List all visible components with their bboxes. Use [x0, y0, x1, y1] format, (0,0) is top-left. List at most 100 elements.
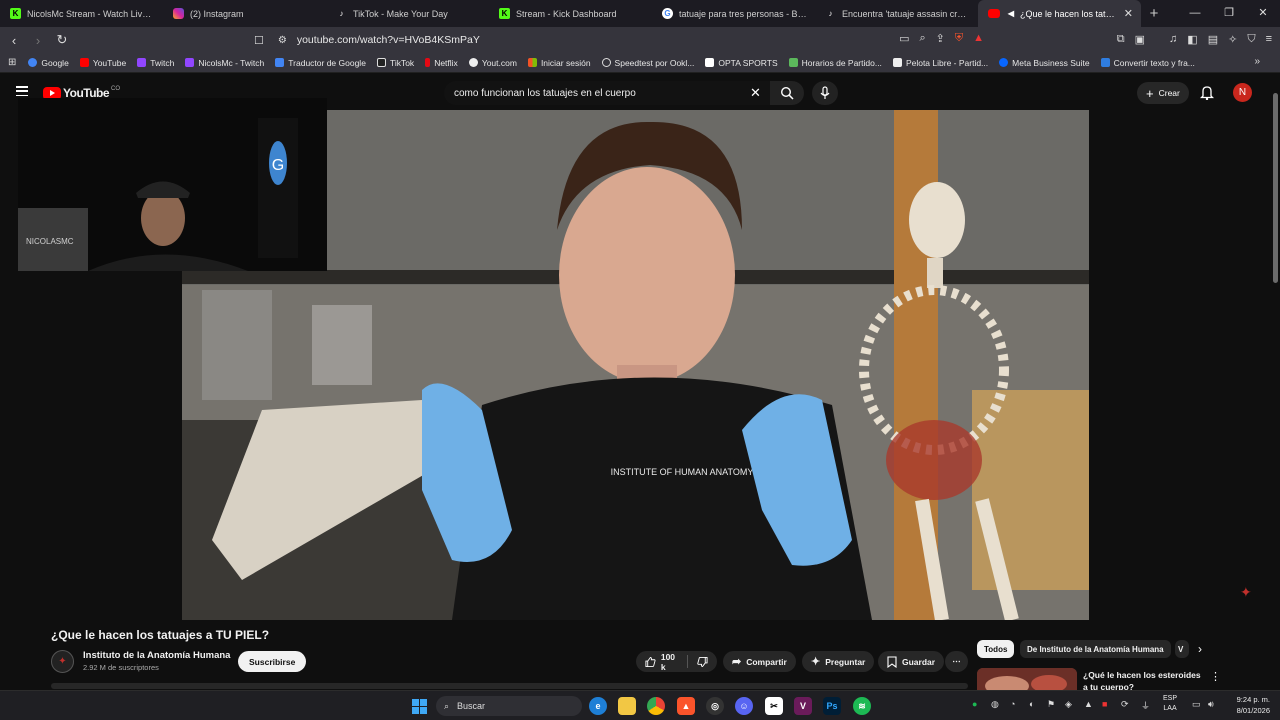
- sidebar-icon[interactable]: ◧: [1187, 33, 1197, 46]
- bookmark-item[interactable]: Traductor de Google: [275, 58, 366, 68]
- tray-app-icon[interactable]: ◈: [1065, 699, 1072, 710]
- chip-all[interactable]: Todos: [977, 640, 1015, 658]
- more-actions-icon[interactable]: ⋯: [945, 651, 968, 672]
- bookmark-item[interactable]: Google: [28, 58, 69, 68]
- more-bookmarks-icon[interactable]: »: [1254, 56, 1260, 67]
- spotify-icon[interactable]: ≋: [853, 697, 871, 715]
- bookmark-item[interactable]: Iniciar sesión: [527, 58, 591, 68]
- menu-icon[interactable]: [16, 86, 28, 96]
- back-icon[interactable]: ‹: [4, 33, 24, 48]
- like-button[interactable]: 100 k: [645, 652, 680, 672]
- taskbar-search[interactable]: ⌕ Buscar: [436, 696, 582, 716]
- chip-from-channel[interactable]: De Instituto de la Anatomía Humana: [1020, 640, 1171, 658]
- bookmark-item[interactable]: Twitch: [137, 58, 174, 68]
- language-indicator[interactable]: ESP LAA: [1163, 694, 1177, 714]
- menu-icon[interactable]: ≡: [1266, 33, 1272, 46]
- bookmark-item[interactable]: TikTok: [376, 58, 414, 68]
- network-icon[interactable]: ▭: [1192, 699, 1201, 710]
- tray-app-icon[interactable]: ⟳: [1121, 699, 1129, 710]
- channel-watermark-icon[interactable]: ✦: [1240, 584, 1252, 601]
- browser-tab[interactable]: ♪ Encuentra 'tatuaje assasin cred' en Ti: [815, 0, 978, 27]
- edge-icon[interactable]: e: [589, 697, 607, 715]
- close-tab-icon[interactable]: ✕: [1124, 7, 1133, 20]
- wallet2-icon[interactable]: ▤: [1208, 33, 1218, 46]
- bookmark-item[interactable]: Yout.com: [468, 58, 517, 68]
- vpn-icon[interactable]: ⛉: [1247, 33, 1255, 46]
- windows-start-icon[interactable]: [410, 697, 428, 715]
- apps-grid-icon[interactable]: ⊞: [8, 57, 16, 68]
- create-button[interactable]: + Crear: [1137, 82, 1189, 104]
- url-text[interactable]: youtube.com/watch?v=HVoB4KSmPaY: [297, 34, 480, 46]
- bookmark-item[interactable]: Convertir texto y fra...: [1100, 58, 1195, 68]
- close-window-icon[interactable]: ✕: [1246, 0, 1280, 27]
- tray-app-icon[interactable]: ⚑: [1047, 699, 1055, 710]
- search-button[interactable]: [770, 81, 804, 105]
- vegas-icon[interactable]: V: [794, 697, 812, 715]
- reload-icon[interactable]: ↻: [52, 32, 72, 48]
- leo-icon[interactable]: ✧: [1228, 33, 1237, 46]
- tray-app-icon[interactable]: ▲: [1084, 699, 1093, 709]
- save-button[interactable]: Guardar: [878, 651, 945, 672]
- discord-icon[interactable]: ☺: [735, 697, 753, 715]
- thumbs-down-icon[interactable]: [697, 656, 708, 668]
- obs-icon[interactable]: ◎: [706, 697, 724, 715]
- extensions-icon[interactable]: ⧉: [1117, 33, 1125, 46]
- browser-tab[interactable]: K NicolsMc Stream - Watch Live on Ki: [0, 0, 163, 27]
- page-scrollbar[interactable]: [1272, 73, 1280, 693]
- account-avatar[interactable]: N: [1233, 83, 1252, 102]
- maximize-icon[interactable]: ❐: [1212, 0, 1246, 27]
- share-icon[interactable]: ⇪: [936, 32, 945, 45]
- chip-more[interactable]: V: [1175, 640, 1189, 658]
- channel-avatar[interactable]: ✦: [51, 650, 74, 673]
- browser-tab-active[interactable]: ◀ ¿Que le hacen los tatuajes a ✕: [978, 0, 1141, 27]
- forward-icon[interactable]: ›: [28, 33, 48, 48]
- browser-tab[interactable]: G tatuaje para tres personas - Buscar c: [652, 0, 815, 27]
- file-explorer-icon[interactable]: [618, 697, 636, 715]
- cast-icon[interactable]: ▭: [899, 32, 909, 45]
- photoshop-icon[interactable]: Ps: [823, 697, 841, 715]
- address-bar[interactable]: ☐ ⚙ youtube.com/watch?v=HVoB4KSmPaY ▭ ⌕ …: [244, 28, 990, 52]
- zoom-icon[interactable]: ⌕: [919, 32, 925, 45]
- tray-app-icon[interactable]: ■: [1102, 699, 1107, 709]
- spotify-tray-icon[interactable]: ●: [972, 699, 977, 709]
- description-box[interactable]: [51, 683, 968, 689]
- browser-tab[interactable]: (2) Instagram: [163, 0, 326, 27]
- site-info-icon[interactable]: ⚙: [278, 35, 287, 46]
- bookmark-item[interactable]: Netflix: [425, 58, 458, 68]
- microphone-tray-icon[interactable]: ⏚: [1141, 699, 1150, 712]
- minimize-icon[interactable]: —: [1178, 0, 1212, 27]
- volume-icon[interactable]: 🔊︎: [1208, 699, 1214, 710]
- brave-shield-icon[interactable]: ⛨: [955, 32, 963, 45]
- speaker-icon[interactable]: ◀: [1006, 8, 1016, 19]
- recommendation-thumbnail[interactable]: [977, 668, 1077, 692]
- bookmark-item[interactable]: OPTA SPORTS: [705, 58, 778, 68]
- bookmark-item[interactable]: Speedtest por Ookl...: [601, 58, 694, 68]
- tray-app-icon[interactable]: ◐: [1029, 699, 1034, 709]
- wallet-icon[interactable]: ▣: [1135, 33, 1145, 46]
- notifications-bell-icon[interactable]: [1200, 85, 1214, 100]
- search-input[interactable]: como funcionan los tatuajes en el cuerpo: [444, 81, 774, 105]
- browser-tab[interactable]: K Stream - Kick Dashboard: [489, 0, 652, 27]
- brave-icon[interactable]: ▲: [677, 697, 695, 715]
- browser-tab[interactable]: ♪ TikTok - Make Your Day: [326, 0, 489, 27]
- brave-rewards-icon[interactable]: ▲: [973, 32, 984, 45]
- clear-search-icon[interactable]: ✕: [750, 85, 761, 101]
- channel-name[interactable]: Instituto de la Anatomía Humana: [83, 650, 230, 661]
- system-clock[interactable]: 9:24 p. m. 8/01/2026: [1226, 694, 1270, 716]
- new-tab-button[interactable]: +: [1141, 5, 1167, 22]
- share-button[interactable]: ➦ Compartir: [723, 651, 796, 672]
- ask-button[interactable]: ✦ Preguntar: [802, 651, 875, 672]
- bookmark-item[interactable]: NicolsMc - Twitch: [185, 58, 264, 68]
- capcut-icon[interactable]: ✂: [765, 697, 783, 715]
- subscribe-button[interactable]: Suscribirse: [238, 651, 307, 672]
- tray-app-icon[interactable]: ◔: [1010, 699, 1015, 709]
- bookmark-item[interactable]: YouTube: [79, 58, 126, 68]
- bookmark-icon[interactable]: ☐: [254, 34, 264, 47]
- chrome-icon[interactable]: [647, 697, 665, 715]
- bookmark-item[interactable]: Meta Business Suite: [999, 58, 1090, 68]
- recommendation-menu-icon[interactable]: ⋮: [1210, 670, 1221, 683]
- bookmark-item[interactable]: Pelota Libre - Partid...: [892, 58, 988, 68]
- bookmark-item[interactable]: Horarios de Partido...: [788, 58, 882, 68]
- music-icon[interactable]: ♫: [1169, 33, 1177, 46]
- voice-search-button[interactable]: [812, 81, 838, 105]
